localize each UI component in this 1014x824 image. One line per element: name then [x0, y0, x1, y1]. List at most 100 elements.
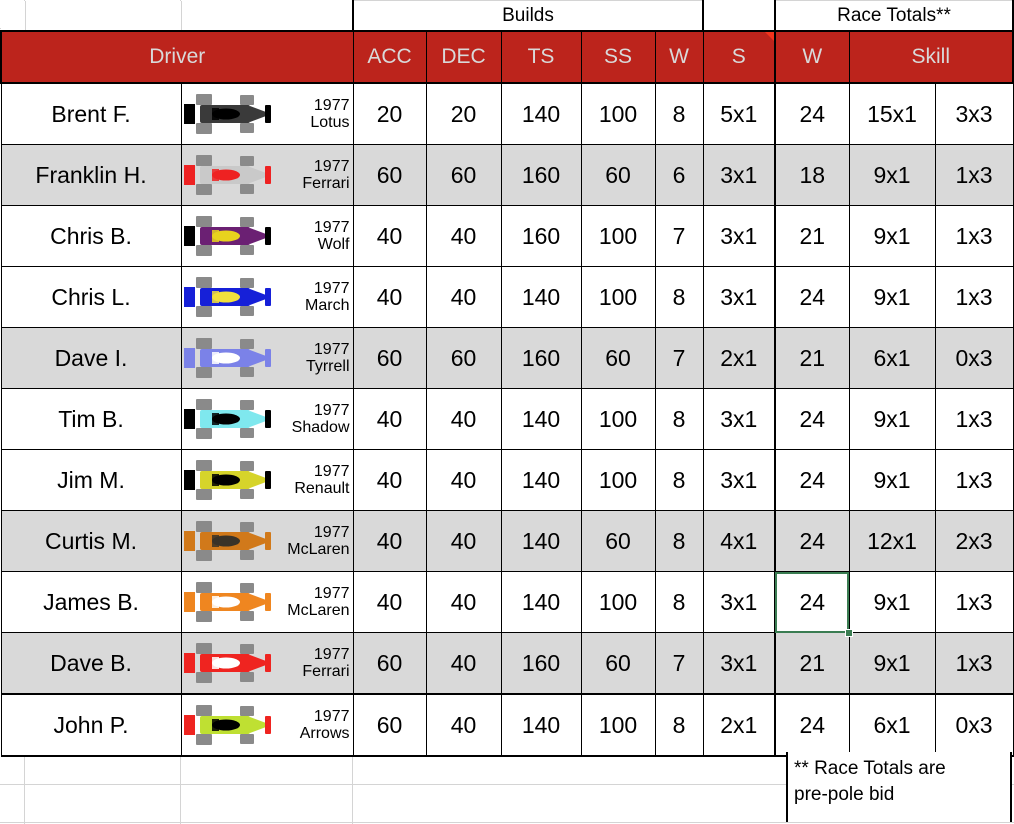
cell-s[interactable]: 3x1 — [702, 632, 776, 695]
driver-name-cell[interactable]: Chris B. — [0, 205, 182, 267]
car-team-cell[interactable]: 1977 McLaren — [180, 571, 354, 633]
driver-name-cell[interactable]: Curtis M. — [0, 510, 182, 572]
car-team-cell[interactable]: 1977 Wolf — [180, 205, 354, 267]
cell-ss[interactable]: 60 — [580, 327, 656, 389]
cell-s[interactable]: 4x1 — [702, 510, 776, 572]
header-skill[interactable]: Skill — [848, 30, 1014, 84]
car-team-cell[interactable]: 1977 McLaren — [180, 510, 354, 572]
driver-name-cell[interactable]: Dave B. — [0, 632, 182, 695]
driver-name-cell[interactable]: Brent F. — [0, 82, 182, 145]
cell-w-race-totals[interactable]: 24 — [774, 510, 850, 572]
cell-w-race-totals[interactable]: 18 — [774, 144, 850, 206]
cell-ts[interactable]: 140 — [500, 82, 582, 145]
table-row[interactable]: Franklin H. 1977 Ferrari 60 60 160 60 6 3x1 18… — [0, 144, 1014, 206]
cell-dec[interactable]: 40 — [425, 693, 502, 757]
cell-w-race-totals[interactable]: 21 — [774, 327, 850, 389]
cell-w-builds[interactable]: 8 — [654, 449, 704, 511]
cell-dec[interactable]: 40 — [425, 205, 502, 267]
car-team-cell[interactable]: 1977 Lotus — [180, 82, 354, 145]
cell-dec[interactable]: 40 — [425, 571, 502, 633]
cell-s[interactable]: 3x1 — [702, 205, 776, 267]
cell-dec[interactable]: 40 — [425, 510, 502, 572]
driver-name-cell[interactable]: John P. — [0, 693, 182, 757]
cell-dec[interactable]: 40 — [425, 266, 502, 328]
cell-w-builds[interactable]: 8 — [654, 510, 704, 572]
cell-ts[interactable]: 140 — [500, 693, 582, 757]
header-ts[interactable]: TS — [500, 30, 582, 84]
table-row[interactable]: Jim M. 1977 Renault 40 40 140 100 8 3x1 24 9x1 1… — [0, 449, 1014, 511]
cell-skill-a[interactable]: 6x1 — [848, 693, 936, 757]
cell-skill-a[interactable]: 9x1 — [848, 266, 936, 328]
cell-skill-b[interactable]: 1x3 — [934, 144, 1014, 206]
cell-ss[interactable]: 60 — [580, 632, 656, 695]
cell-skill-b[interactable]: 0x3 — [934, 327, 1014, 389]
cell-ts[interactable]: 140 — [500, 266, 582, 328]
cell-acc[interactable]: 60 — [352, 632, 427, 695]
cell-skill-b[interactable]: 1x3 — [934, 388, 1014, 450]
cell-skill-a[interactable]: 9x1 — [848, 205, 936, 267]
cell-w-builds[interactable]: 7 — [654, 632, 704, 695]
header-s[interactable]: S — [702, 30, 776, 84]
cell-w-builds[interactable]: 8 — [654, 266, 704, 328]
cell-w-builds[interactable]: 7 — [654, 205, 704, 267]
table-row[interactable]: Dave I. 1977 Tyrrell 60 60 160 60 7 2x1 21 6x1 0… — [0, 327, 1014, 389]
cell-acc[interactable]: 40 — [352, 205, 427, 267]
cell-skill-a[interactable]: 9x1 — [848, 449, 936, 511]
cell-ts[interactable]: 160 — [500, 144, 582, 206]
driver-name-cell[interactable]: Franklin H. — [0, 144, 182, 206]
cell-skill-a[interactable]: 6x1 — [848, 327, 936, 389]
table-row[interactable]: Curtis M. 1977 McLaren 40 40 140 60 8 4x1 24 12… — [0, 510, 1014, 572]
cell-ts[interactable]: 160 — [500, 205, 582, 267]
car-team-cell[interactable]: 1977 March — [180, 266, 354, 328]
table-row[interactable]: Tim B. 1977 Shadow 40 40 140 100 8 3x1 24 9x1 1x… — [0, 388, 1014, 450]
table-row[interactable]: John P. 1977 Arrows 60 40 140 100 8 2x1 24 6x1 0… — [0, 693, 1014, 757]
car-team-cell[interactable]: 1977 Ferrari — [180, 632, 354, 695]
cell-skill-a[interactable]: 9x1 — [848, 632, 936, 695]
table-row[interactable]: Dave B. 1977 Ferrari 60 40 160 60 7 3x1 21 9x1 1… — [0, 632, 1014, 695]
header-w-builds[interactable]: W — [654, 30, 704, 84]
cell-dec[interactable]: 40 — [425, 388, 502, 450]
driver-name-cell[interactable]: Jim M. — [0, 449, 182, 511]
cell-acc[interactable]: 20 — [352, 82, 427, 145]
cell-ts[interactable]: 140 — [500, 388, 582, 450]
cell-ss[interactable]: 100 — [580, 571, 656, 633]
cell-s[interactable]: 3x1 — [702, 144, 776, 206]
cell-dec[interactable]: 60 — [425, 327, 502, 389]
cell-acc[interactable]: 60 — [352, 144, 427, 206]
cell-s[interactable]: 2x1 — [702, 693, 776, 757]
cell-skill-b[interactable]: 3x3 — [934, 82, 1014, 145]
cell-acc[interactable]: 40 — [352, 571, 427, 633]
driver-name-cell[interactable]: Tim B. — [0, 388, 182, 450]
cell-ts[interactable]: 140 — [500, 510, 582, 572]
cell-acc[interactable]: 60 — [352, 693, 427, 757]
cell-skill-b[interactable]: 1x3 — [934, 266, 1014, 328]
cell-w-builds[interactable]: 8 — [654, 693, 704, 757]
cell-ss[interactable]: 100 — [580, 693, 656, 757]
cell-acc[interactable]: 40 — [352, 510, 427, 572]
cell-skill-b[interactable]: 2x3 — [934, 510, 1014, 572]
cell-dec[interactable]: 40 — [425, 449, 502, 511]
cell-w-race-totals[interactable]: 24 — [774, 82, 850, 145]
cell-s[interactable]: 2x1 — [702, 327, 776, 389]
table-row[interactable]: Chris B. 1977 Wolf 40 40 160 100 7 3x1 21 9x1 1x… — [0, 205, 1014, 267]
cell-acc[interactable]: 60 — [352, 327, 427, 389]
cell-acc[interactable]: 40 — [352, 266, 427, 328]
cell-ss[interactable]: 100 — [580, 449, 656, 511]
header-acc[interactable]: ACC — [352, 30, 427, 84]
cell-skill-b[interactable]: 1x3 — [934, 449, 1014, 511]
cell-w-race-totals[interactable]: 24 — [774, 693, 850, 757]
car-team-cell[interactable]: 1977 Tyrrell — [180, 327, 354, 389]
cell-acc[interactable]: 40 — [352, 449, 427, 511]
cell-w-race-totals[interactable]: 21 — [774, 632, 850, 695]
cell-skill-b[interactable]: 1x3 — [934, 205, 1014, 267]
cell-w-builds[interactable]: 8 — [654, 571, 704, 633]
cell-w-builds[interactable]: 7 — [654, 327, 704, 389]
cell-w-builds[interactable]: 8 — [654, 82, 704, 145]
cell-ss[interactable]: 100 — [580, 82, 656, 145]
cell-s[interactable]: 3x1 — [702, 571, 776, 633]
header-ss[interactable]: SS — [580, 30, 656, 84]
cell-w-race-totals[interactable]: 24 — [774, 266, 850, 328]
driver-name-cell[interactable]: Chris L. — [0, 266, 182, 328]
cell-w-race-totals[interactable]: 24 — [774, 571, 850, 633]
cell-ts[interactable]: 140 — [500, 571, 582, 633]
